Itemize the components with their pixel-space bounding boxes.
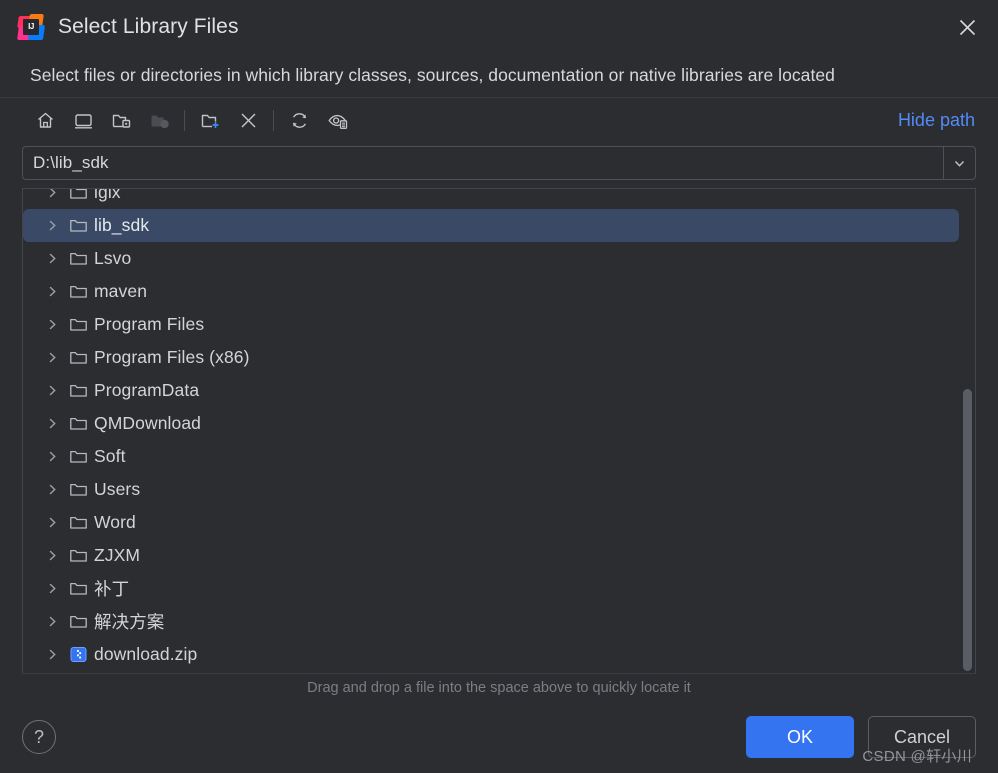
tree-row-label: Lsvo (94, 248, 132, 268)
chevron-right-icon[interactable] (39, 516, 65, 529)
file-tree-list: igix lib_sdk Lsvo maven Program Files Program… (23, 189, 975, 671)
tree-row[interactable]: Users (23, 473, 975, 506)
folder-icon (65, 189, 91, 202)
tree-row-label: download.zip (94, 644, 198, 664)
dialog-title: Select Library Files (58, 14, 239, 38)
archive-icon (65, 645, 91, 664)
tree-row[interactable]: download.zip (23, 638, 975, 671)
tree-row[interactable]: 解决方案 (23, 605, 975, 638)
vertical-scrollbar-thumb[interactable] (963, 389, 972, 671)
delete-icon[interactable] (229, 103, 267, 137)
chevron-right-icon[interactable] (39, 417, 65, 430)
intellij-logo-icon: IJ (17, 13, 46, 40)
path-row: D:\lib_sdk (0, 142, 998, 184)
tree-row-label: Program Files (x86) (94, 347, 250, 367)
tree-row[interactable]: 补丁 (23, 572, 975, 605)
tree-row-label: QMDownload (94, 413, 202, 433)
folder-icon (65, 447, 91, 466)
logo-text: IJ (23, 18, 39, 35)
tree-row-label: ProgramData (94, 380, 200, 400)
chevron-right-icon[interactable] (39, 384, 65, 397)
tree-row[interactable]: lib_sdk (23, 209, 959, 242)
close-icon[interactable] (950, 10, 984, 44)
tree-row-label: Program Files (94, 314, 205, 334)
chevron-right-icon[interactable] (39, 252, 65, 265)
footer: ? OK Cancel CSDN @轩小川 (0, 701, 998, 773)
dialog-description: Select files or directories in which lib… (30, 64, 835, 85)
chevron-right-icon[interactable] (39, 351, 65, 364)
project-folder-icon (140, 103, 178, 137)
drive-folder-icon[interactable] (102, 103, 140, 137)
title-bar: IJ Select Library Files (0, 0, 998, 53)
footer-buttons: OK Cancel (746, 716, 976, 758)
ok-button[interactable]: OK (746, 716, 854, 758)
chevron-down-icon[interactable] (943, 147, 975, 179)
folder-icon (65, 249, 91, 268)
tree-row[interactable]: Program Files (x86) (23, 341, 975, 374)
tree-row-label: ZJXM (94, 545, 141, 565)
new-folder-icon[interactable] (191, 103, 229, 137)
folder-icon (65, 546, 91, 565)
chevron-right-icon[interactable] (39, 219, 65, 232)
toolbar: Hide path (0, 97, 998, 142)
chevron-right-icon[interactable] (39, 615, 65, 628)
tree-row-label: lib_sdk (94, 215, 150, 235)
tree-row[interactable]: maven (23, 275, 975, 308)
tree-row[interactable]: Soft (23, 440, 975, 473)
chevron-right-icon[interactable] (39, 189, 65, 199)
chevron-right-icon[interactable] (39, 285, 65, 298)
folder-icon (65, 216, 91, 235)
folder-icon (65, 414, 91, 433)
folder-icon (65, 381, 91, 400)
hide-path-link[interactable]: Hide path (898, 110, 980, 131)
path-combobox[interactable]: D:\lib_sdk (22, 146, 976, 180)
chevron-right-icon[interactable] (39, 582, 65, 595)
folder-icon (65, 513, 91, 532)
refresh-icon[interactable] (280, 103, 318, 137)
tree-row[interactable]: ZJXM (23, 539, 975, 572)
tree-row-label: Soft (94, 446, 126, 466)
tree-row[interactable]: Lsvo (23, 242, 975, 275)
desktop-icon[interactable] (64, 103, 102, 137)
toolbar-separator (184, 109, 185, 131)
tree-row[interactable]: QMDownload (23, 407, 975, 440)
show-hidden-icon[interactable] (318, 103, 356, 137)
path-input[interactable]: D:\lib_sdk (23, 147, 943, 179)
select-library-files-dialog: IJ Select Library Files Select files or … (0, 0, 998, 773)
folder-icon (65, 480, 91, 499)
tree-row-label: 补丁 (94, 579, 130, 599)
tree-row-label: igix (94, 189, 121, 202)
home-icon[interactable] (26, 103, 64, 137)
chevron-right-icon[interactable] (39, 483, 65, 496)
chevron-right-icon[interactable] (39, 549, 65, 562)
chevron-right-icon[interactable] (39, 318, 65, 331)
tree-row-label: maven (94, 281, 148, 301)
folder-icon (65, 579, 91, 598)
tree-row[interactable]: Word (23, 506, 975, 539)
file-tree-scroll: igix lib_sdk Lsvo maven Program Files Program… (23, 189, 975, 673)
folder-icon (65, 315, 91, 334)
file-tree-panel: igix lib_sdk Lsvo maven Program Files Program… (22, 188, 976, 673)
chevron-right-icon[interactable] (39, 450, 65, 463)
tree-row-label: Users (94, 479, 141, 499)
tree-row[interactable]: Program Files (23, 308, 975, 341)
toolbar-separator-2 (273, 109, 274, 131)
folder-icon (65, 612, 91, 631)
folder-icon (65, 348, 91, 367)
drag-drop-hint: Drag and drop a file into the space abov… (22, 673, 976, 701)
tree-row-label: Word (94, 512, 136, 532)
tree-row[interactable]: ProgramData (23, 374, 975, 407)
cancel-button[interactable]: Cancel (868, 716, 976, 758)
folder-icon (65, 282, 91, 301)
chevron-right-icon[interactable] (39, 648, 65, 661)
tree-row[interactable]: igix (23, 189, 975, 209)
tree-row-label: 解决方案 (94, 612, 165, 632)
help-button[interactable]: ? (22, 720, 56, 754)
